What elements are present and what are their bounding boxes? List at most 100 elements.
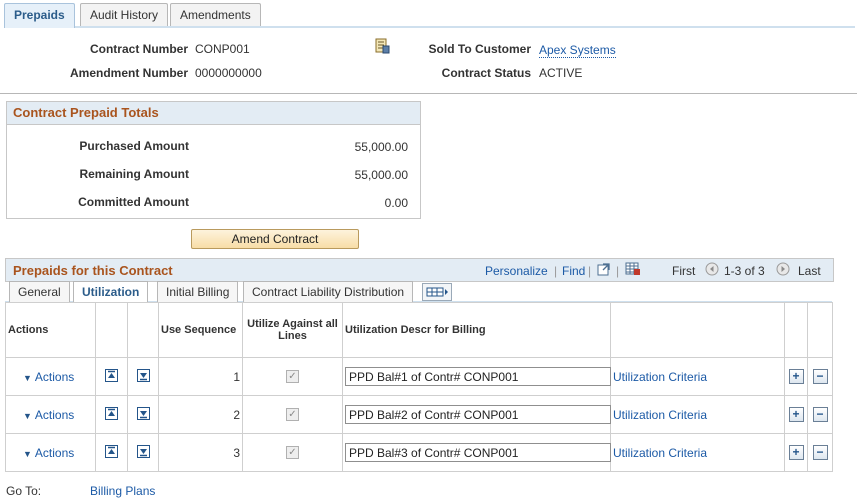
move-up-icon[interactable]	[105, 406, 118, 420]
subtab-initial-billing[interactable]: Initial Billing	[157, 281, 239, 302]
use-sequence-cell: 3	[158, 433, 243, 472]
use-sequence-cell: 1	[158, 357, 243, 396]
table-row: ▼Actions 2 ✓ Utilization Criteria + −	[5, 395, 833, 434]
col-criteria	[610, 302, 785, 358]
utilize-all-cell: ✓	[242, 433, 343, 472]
actions-link[interactable]: Actions	[32, 446, 74, 460]
download-spreadsheet-icon[interactable]	[625, 262, 641, 276]
grid-header-row: Actions Use Sequence Utilize Against all…	[5, 302, 833, 358]
descr-input[interactable]	[345, 443, 611, 462]
add-row-button[interactable]: +	[788, 407, 804, 422]
utilization-criteria-link[interactable]: Utilization Criteria	[613, 446, 707, 460]
contract-number-label: Contract Number	[89, 42, 188, 56]
table-row: ▼Actions 1 ✓ Utilization Criteria + −	[5, 357, 833, 396]
separator: |	[616, 264, 620, 278]
tab-prepaids[interactable]: Prepaids	[4, 3, 75, 28]
actions-link[interactable]: Actions	[32, 370, 74, 384]
col-add	[784, 302, 808, 358]
tab-audit-history[interactable]: Audit History	[80, 3, 169, 26]
col-utilize-all: Utilize Against all Lines	[242, 302, 343, 358]
descr-cell	[342, 395, 611, 434]
delete-row-cell: −	[807, 395, 833, 434]
goto-label: Go To:	[6, 484, 42, 498]
move-up-icon[interactable]	[105, 368, 118, 382]
delete-row-button[interactable]: −	[812, 407, 828, 422]
remaining-amount-value: 55,000.00	[354, 168, 408, 182]
actions-link[interactable]: Actions	[32, 408, 74, 422]
move-down-cell	[127, 433, 159, 472]
utilization-grid: Actions Use Sequence Utilize Against all…	[5, 302, 833, 472]
utilize-all-checkbox[interactable]: ✓	[286, 408, 299, 421]
utilize-all-cell: ✓	[242, 395, 343, 434]
separator: |	[554, 264, 558, 278]
grid-title: Prepaids for this Contract	[13, 263, 173, 278]
move-down-icon[interactable]	[136, 368, 150, 382]
billing-plans-link[interactable]: Billing Plans	[90, 484, 155, 498]
personalize-link[interactable]: Personalize	[485, 264, 548, 278]
contract-status-value: ACTIVE	[539, 66, 583, 80]
amend-contract-button[interactable]: Amend Contract	[191, 229, 359, 249]
subtab-utilization[interactable]: Utilization	[73, 281, 149, 303]
col-actions: Actions	[5, 302, 96, 358]
utilization-criteria-link[interactable]: Utilization Criteria	[613, 370, 707, 384]
prepaid-totals-title: Contract Prepaid Totals	[7, 102, 420, 125]
add-row-button[interactable]: +	[788, 445, 804, 460]
contract-status-label: Contract Status	[441, 66, 531, 80]
move-up-cell	[95, 433, 128, 472]
utilize-all-checkbox[interactable]: ✓	[286, 370, 299, 383]
subtab-general[interactable]: General	[9, 281, 70, 302]
move-up-cell	[95, 395, 128, 434]
notepad-icon[interactable]	[374, 38, 390, 54]
purchased-amount-label: Purchased Amount	[79, 139, 189, 153]
amendment-number-value: 0000000000	[195, 66, 262, 80]
delete-row-cell: −	[807, 433, 833, 472]
remaining-amount-label: Remaining Amount	[79, 167, 189, 181]
page-tabs: Prepaids Audit History Amendments	[0, 0, 857, 28]
utilize-all-cell: ✓	[242, 357, 343, 396]
descr-input[interactable]	[345, 405, 611, 424]
add-row-cell: +	[784, 357, 808, 396]
move-down-icon[interactable]	[136, 406, 150, 420]
utilize-all-checkbox[interactable]: ✓	[286, 446, 299, 459]
delete-row-button[interactable]: −	[812, 369, 828, 384]
row-range: 1-3 of 3	[724, 264, 765, 278]
view-all-icon[interactable]	[597, 262, 611, 276]
actions-cell: ▼ Actions	[5, 357, 96, 396]
first-label: First	[672, 264, 696, 278]
move-up-icon[interactable]	[105, 444, 118, 458]
use-sequence-cell: 2	[158, 395, 243, 434]
descr-input[interactable]	[345, 367, 611, 386]
find-link[interactable]: Find	[562, 264, 585, 278]
dropdown-arrow-icon[interactable]: ▼	[6, 411, 32, 421]
tab-amendments[interactable]: Amendments	[170, 3, 261, 26]
previous-arrow-icon[interactable]	[705, 262, 719, 276]
separator: |	[588, 264, 592, 278]
subtab-contract-liability-distribution[interactable]: Contract Liability Distribution	[243, 281, 414, 302]
col-move-up	[95, 302, 128, 358]
move-down-icon[interactable]	[136, 444, 150, 458]
purchased-amount-value: 55,000.00	[354, 140, 408, 154]
prepaids-grid-header: Prepaids for this Contract Personalize |…	[5, 258, 834, 282]
add-row-button[interactable]: +	[788, 369, 804, 384]
show-all-columns-icon[interactable]	[422, 283, 452, 301]
dropdown-arrow-icon[interactable]: ▼	[6, 373, 32, 383]
col-use-sequence: Use Sequence	[158, 302, 243, 358]
utilization-criteria-link[interactable]: Utilization Criteria	[613, 408, 707, 422]
criteria-cell: Utilization Criteria	[610, 357, 785, 396]
col-move-down	[127, 302, 159, 358]
criteria-cell: Utilization Criteria	[610, 395, 785, 434]
prepaid-totals-box: Contract Prepaid Totals Purchased Amount…	[6, 101, 421, 219]
committed-amount-label: Committed Amount	[78, 195, 189, 209]
descr-cell	[342, 357, 611, 396]
contract-number-value: CONP001	[195, 42, 250, 56]
last-label: Last	[798, 264, 821, 278]
next-arrow-icon[interactable]	[776, 262, 790, 276]
dropdown-arrow-icon[interactable]: ▼	[6, 449, 32, 459]
move-down-cell	[127, 395, 159, 434]
move-down-cell	[127, 357, 159, 396]
descr-cell	[342, 433, 611, 472]
sold-to-link[interactable]: Apex Systems	[539, 43, 616, 58]
delete-row-button[interactable]: −	[812, 445, 828, 460]
tab-underline	[4, 26, 855, 28]
delete-row-cell: −	[807, 357, 833, 396]
